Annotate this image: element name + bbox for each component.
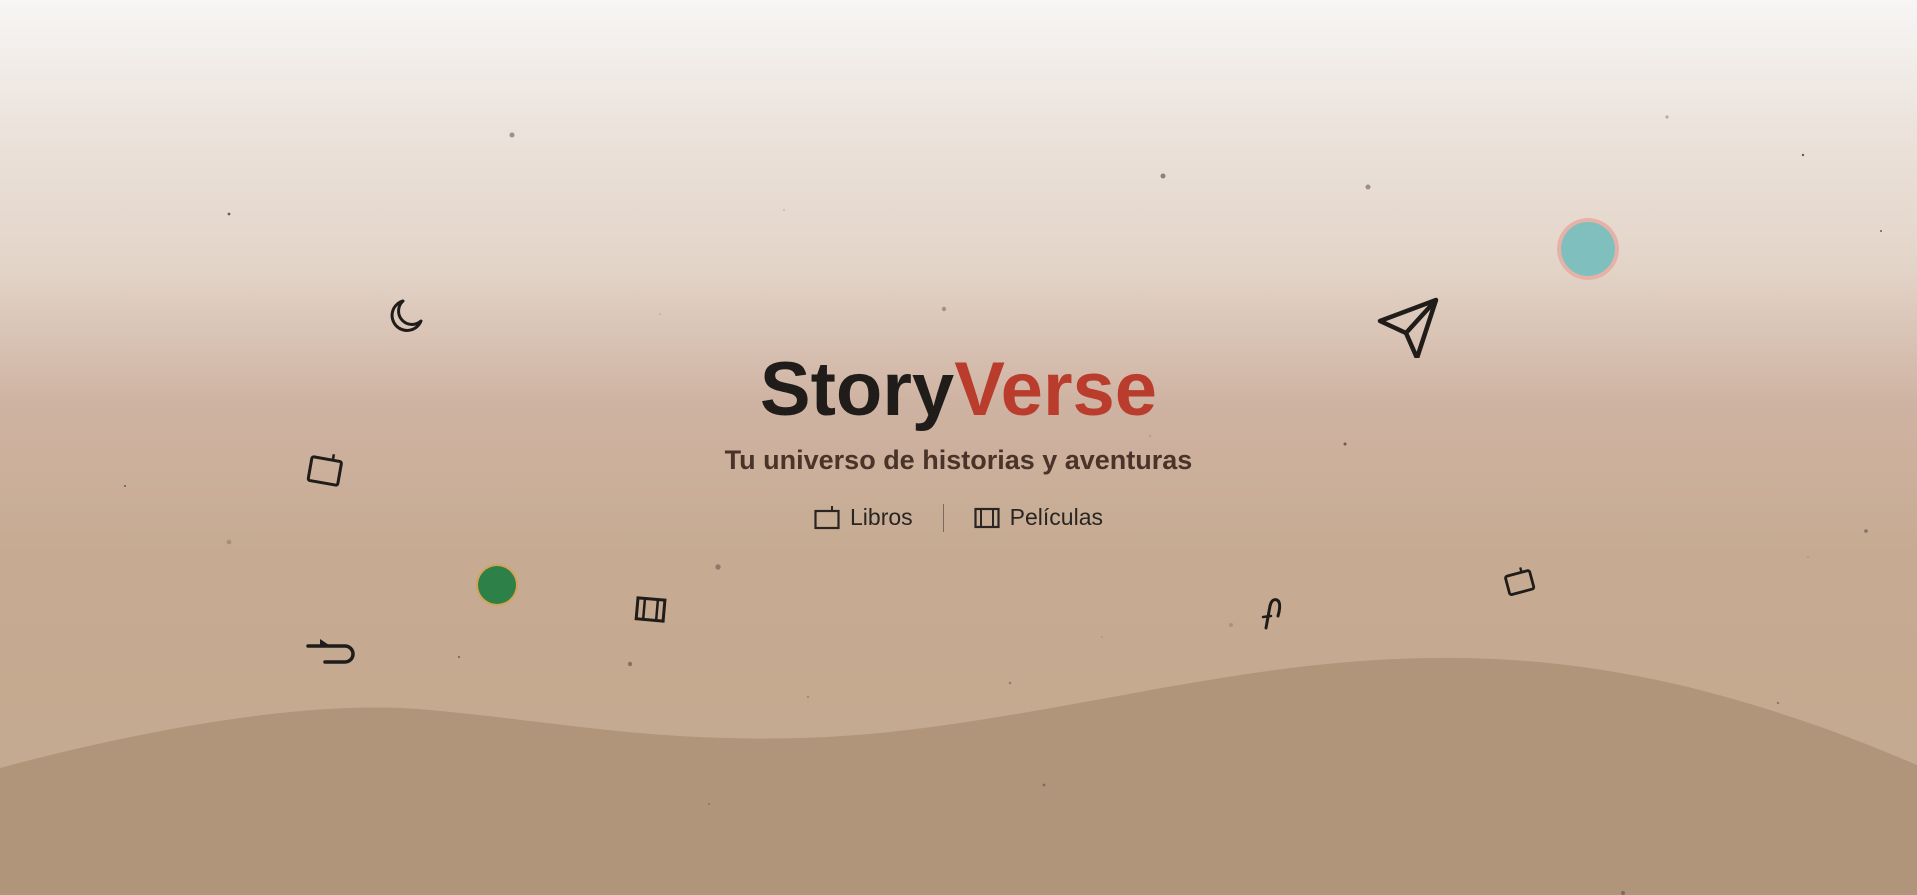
return-arrow-icon: [305, 634, 357, 668]
film-icon: [634, 595, 668, 625]
nav-movies-link[interactable]: Películas: [970, 502, 1107, 533]
green-orb: [478, 566, 516, 604]
nav-divider: [942, 503, 944, 532]
book-icon: [814, 505, 840, 530]
title-story: Story: [759, 347, 955, 432]
nav-books-label: Libros: [850, 504, 913, 530]
nav-books-link[interactable]: Libros: [810, 502, 917, 533]
film-icon: [974, 507, 1000, 529]
title-verse: Verse: [954, 347, 1158, 432]
tv-icon: [1503, 565, 1537, 599]
teal-orb: [1561, 222, 1615, 276]
site-subtitle: Tu universo de historias y aventuras: [724, 445, 1193, 475]
main-nav: Libros Películas: [0, 502, 1917, 533]
site-title: StoryVerse: [0, 345, 1917, 435]
moon-icon: [385, 297, 425, 337]
nav-movies-label: Películas: [1009, 504, 1103, 530]
hero: StoryVerse Tu universo de historias y av…: [0, 345, 1917, 533]
music-note-icon: [1258, 596, 1288, 630]
